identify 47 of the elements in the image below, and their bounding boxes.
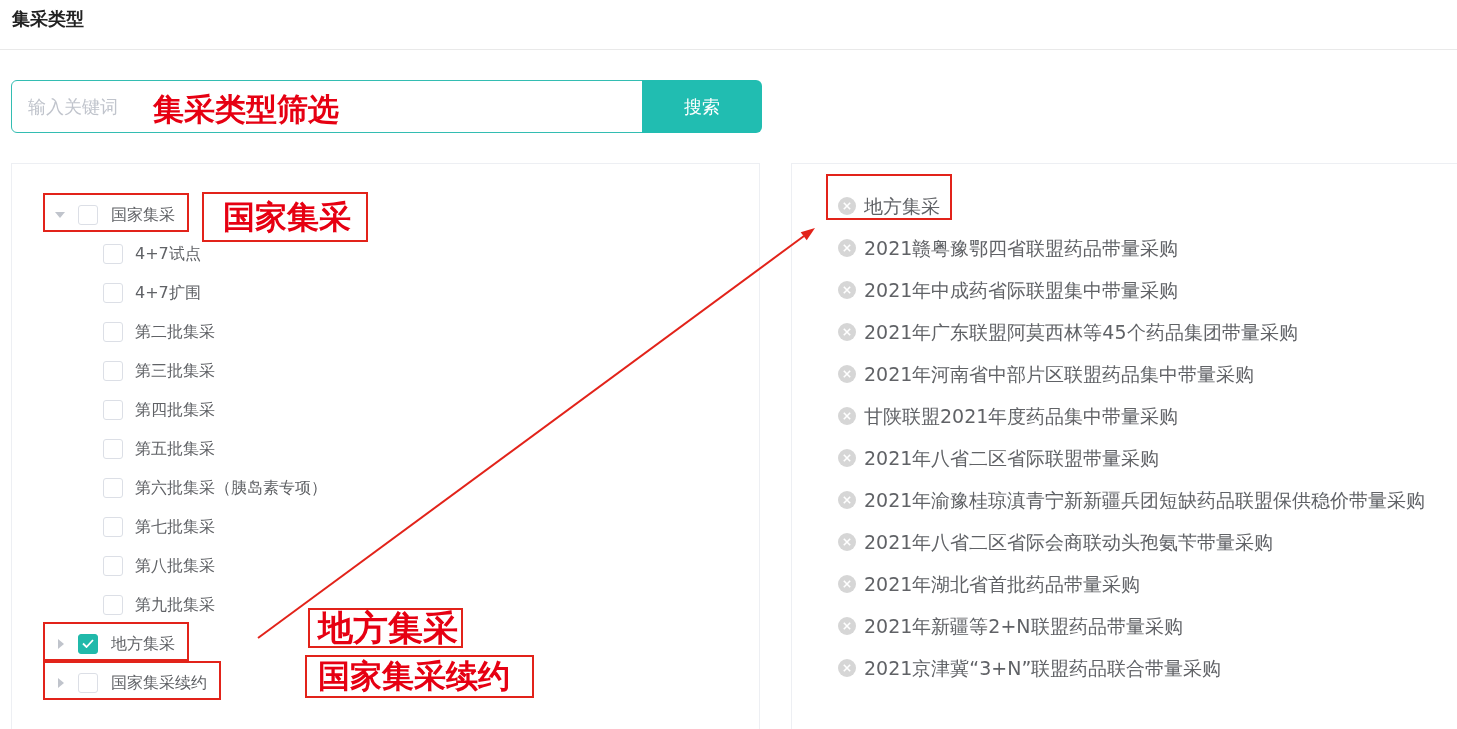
selected-item-label: 2021赣粤豫鄂四省联盟药品带量采购 bbox=[864, 236, 1179, 261]
selected-item-label: 2021年湖北省首批药品带量采购 bbox=[864, 572, 1141, 597]
tree-item-label[interactable]: 国家集采续约 bbox=[111, 671, 207, 694]
close-icon[interactable] bbox=[838, 323, 856, 341]
selected-item-label: 2021年中成药省际联盟集中带量采购 bbox=[864, 278, 1179, 303]
close-icon[interactable] bbox=[838, 533, 856, 551]
close-icon[interactable] bbox=[838, 407, 856, 425]
tree-item-label[interactable]: 第三批集采 bbox=[135, 359, 215, 382]
close-icon[interactable] bbox=[838, 365, 856, 383]
close-icon[interactable] bbox=[838, 449, 856, 467]
tree-item-label[interactable]: 第五批集采 bbox=[135, 437, 215, 460]
caret-down-icon[interactable] bbox=[55, 211, 65, 218]
selected-item-label: 2021年广东联盟阿莫西林等45个药品集团带量采购 bbox=[864, 320, 1298, 345]
selected-item-label: 2021京津冀“3+N”联盟药品联合带量采购 bbox=[864, 656, 1222, 681]
tree-item-label[interactable]: 第九批集采 bbox=[135, 593, 215, 616]
tree-item-label[interactable]: 第七批集采 bbox=[135, 515, 215, 538]
tree-item-label[interactable]: 第六批集采（胰岛素专项） bbox=[135, 476, 327, 499]
checkbox[interactable] bbox=[78, 633, 98, 654]
close-icon[interactable] bbox=[838, 575, 856, 593]
selected-item-label: 2021年新疆等2+N联盟药品带量采购 bbox=[864, 614, 1183, 639]
annotation-label: 国家集采续约 bbox=[305, 655, 534, 698]
selected-item-label: 2021年河南省中部片区联盟药品集中带量采购 bbox=[864, 362, 1255, 387]
close-icon[interactable] bbox=[838, 617, 856, 635]
tree-item-label[interactable]: 第八批集采 bbox=[135, 554, 215, 577]
close-icon[interactable] bbox=[838, 239, 856, 257]
tree-item-label[interactable]: 地方集采 bbox=[111, 632, 175, 655]
selected-item-label: 2021年八省二区省际会商联动头孢氨苄带量采购 bbox=[864, 530, 1274, 555]
tree-item-label[interactable]: 第四批集采 bbox=[135, 398, 215, 421]
page-title: 集采类型 bbox=[12, 7, 84, 31]
close-icon[interactable] bbox=[838, 491, 856, 509]
selected-item-label: 地方集采 bbox=[864, 194, 940, 219]
tree-item-label[interactable]: 第二批集采 bbox=[135, 320, 215, 343]
check-icon bbox=[82, 639, 94, 648]
tree-item-label[interactable]: 国家集采 bbox=[111, 203, 175, 226]
close-icon[interactable] bbox=[838, 281, 856, 299]
selected-item-label: 2021年渝豫桂琼滇青宁新新疆兵团短缺药品联盟保供稳价带量采购 bbox=[864, 488, 1426, 513]
close-icon[interactable] bbox=[838, 197, 856, 215]
selected-item-label: 甘陕联盟2021年度药品集中带量采购 bbox=[864, 404, 1179, 429]
close-icon[interactable] bbox=[838, 659, 856, 677]
annotation-label: 地方集采 bbox=[308, 608, 463, 648]
annotation-label: 国家集采 bbox=[202, 192, 368, 242]
tree-item-label[interactable]: 4+7试点 bbox=[135, 242, 201, 265]
tree-item-label[interactable]: 4+7扩围 bbox=[135, 281, 201, 304]
selected-item-label: 2021年八省二区省际联盟带量采购 bbox=[864, 446, 1160, 471]
caret-right-icon[interactable] bbox=[58, 677, 64, 688]
annotation-label: 集采类型筛选 bbox=[153, 92, 339, 127]
caret-right-icon[interactable] bbox=[58, 638, 64, 649]
